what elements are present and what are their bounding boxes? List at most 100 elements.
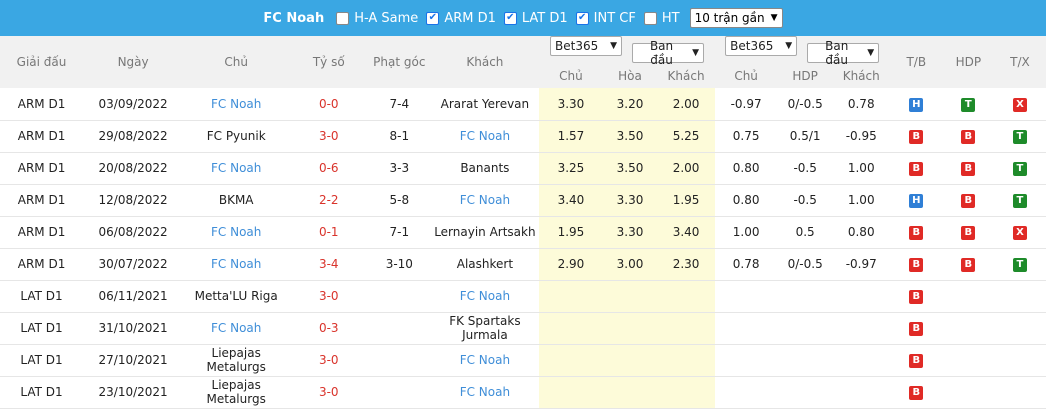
ah-odds-cell — [714, 312, 778, 345]
ah-odds-cell: 1.00 — [832, 152, 890, 185]
filter-3[interactable]: ✔ INT CF — [575, 10, 636, 26]
result-cell: B — [942, 184, 994, 217]
eu-odds-cell: 3.30 — [539, 88, 603, 121]
table-row: ARM D1 06/08/2022 FC Noah 0-1 7-1 Lernayin Ar… — [0, 216, 1046, 249]
filter-label: INT CF — [593, 10, 636, 26]
filter-checkbox[interactable]: ✔ — [426, 11, 440, 25]
ah-odds-cell — [832, 280, 890, 313]
eu-odds-cell — [657, 312, 715, 345]
ah-odds-cell — [777, 280, 833, 313]
ah-odds-cell: -0.5 — [777, 184, 833, 217]
away-team-cell[interactable]: FC Noah — [430, 184, 540, 217]
home-team-cell[interactable]: FC Noah — [183, 88, 290, 121]
filter-checkbox[interactable]: ✔ — [575, 11, 589, 25]
home-team-cell[interactable]: FC Noah — [183, 248, 290, 281]
league-cell: ARM D1 — [0, 152, 84, 185]
home-team-cell[interactable]: FC Noah — [183, 152, 290, 185]
home-team-cell[interactable]: FC Pyunik — [183, 120, 290, 153]
ah-odds-cell: 0.80 — [832, 216, 890, 249]
eu-odds-cell — [539, 344, 603, 377]
col-corners: Phạt góc — [368, 36, 431, 88]
home-team-cell[interactable]: Metta'LU Riga — [183, 280, 290, 313]
away-team-cell[interactable]: Banants — [430, 152, 540, 185]
league-cell: ARM D1 — [0, 88, 84, 121]
range-select[interactable]: 10 trận gần ▼ — [689, 8, 783, 28]
result-cell: T — [993, 248, 1046, 281]
filter-checkbox[interactable] — [336, 11, 350, 25]
ah-odds-cell: 0.78 — [832, 88, 890, 121]
score-cell[interactable]: 3-0 — [289, 120, 369, 153]
ah-odds-cell — [832, 376, 890, 409]
ah-odds-cell — [714, 344, 778, 377]
filter-bar: FC Noah H-A Same ✔ ARM D1 ✔ LAT D1 ✔ INT CF HT … — [0, 0, 1046, 36]
ah-odds-cell: 1.00 — [832, 184, 890, 217]
table-row: ARM D1 20/08/2022 FC Noah 0-6 3-3 Banants 3.25… — [0, 152, 1046, 185]
away-team-cell[interactable]: FC Noah — [430, 280, 540, 313]
result-badge: B — [909, 226, 924, 240]
result-cell — [942, 376, 994, 409]
col-eu-home: Chủ — [539, 63, 603, 88]
home-team-cell[interactable]: Liepajas Metalurgs — [183, 376, 290, 409]
bookmaker-select-2[interactable]: Bet365 ▼ — [725, 36, 798, 56]
away-team-cell[interactable]: Alashkert — [430, 248, 540, 281]
away-team-cell[interactable]: Lernayin Artsakh — [430, 216, 540, 249]
date-cell: 23/10/2021 — [83, 376, 184, 409]
date-cell: 30/07/2022 — [83, 248, 184, 281]
result-badge: T — [1012, 162, 1027, 176]
result-cell: B — [889, 248, 943, 281]
eu-odds-cell — [602, 312, 658, 345]
home-team-cell[interactable]: FC Noah — [183, 216, 290, 249]
result-badge: B — [909, 386, 924, 400]
table-row: ARM D1 03/09/2022 FC Noah 0-0 7-4 Ararat Yere… — [0, 88, 1046, 121]
filter-4[interactable]: HT — [643, 11, 680, 26]
home-team-cell[interactable]: Liepajas Metalurgs — [183, 344, 290, 377]
score-cell[interactable]: 3-0 — [289, 280, 369, 313]
col-date: Ngày — [83, 36, 184, 88]
result-badge: X — [1012, 97, 1027, 112]
ah-odds-cell: -0.97 — [832, 248, 890, 281]
result-badge: B — [961, 162, 976, 176]
odds-type-select-2[interactable]: Ban đầu ▼ — [807, 39, 880, 67]
filter-2[interactable]: ✔ LAT D1 — [503, 10, 568, 26]
home-team-cell[interactable]: BKMA — [183, 184, 290, 217]
result-cell: B — [889, 216, 943, 249]
ah-odds-group: Bet365 ▼ Ban đầu ▼ — [714, 36, 890, 67]
odds-type-select-1[interactable]: Ban đầu ▼ — [632, 39, 705, 67]
col-tb: T/B — [889, 36, 943, 88]
bookmaker-select-1[interactable]: Bet365 ▼ — [550, 36, 623, 56]
result-badge: B — [909, 322, 924, 336]
date-cell: 27/10/2021 — [83, 344, 184, 377]
score-cell[interactable]: 0-3 — [289, 312, 369, 345]
filter-label: LAT D1 — [521, 10, 568, 26]
filter-checkbox[interactable] — [643, 11, 657, 25]
result-cell: T — [993, 184, 1046, 217]
score-cell[interactable]: 3-0 — [289, 376, 369, 409]
result-cell: B — [942, 152, 994, 185]
table-row: ARM D1 12/08/2022 BKMA 2-2 5-8 FC Noah 3.40 3.3… — [0, 184, 1046, 217]
eu-odds-cell — [602, 344, 658, 377]
away-team-cell[interactable]: FC Noah — [430, 376, 540, 409]
away-team-cell[interactable]: FK Spartaks Jurmala — [430, 312, 540, 345]
col-away: Khách — [430, 36, 540, 88]
score-cell[interactable]: 3-4 — [289, 248, 369, 281]
eu-odds-cell: 3.40 — [657, 216, 715, 249]
filter-1[interactable]: ✔ ARM D1 — [426, 11, 496, 26]
filter-checkbox[interactable]: ✔ — [503, 11, 517, 25]
ah-odds-cell: 1.00 — [714, 216, 778, 249]
result-badge: B — [961, 226, 976, 240]
result-badge: B — [909, 290, 924, 304]
result-cell: H — [889, 184, 943, 217]
date-cell: 06/11/2021 — [83, 280, 184, 313]
ah-odds-cell: -0.97 — [714, 88, 778, 121]
result-badge: B — [961, 130, 976, 144]
away-team-cell[interactable]: FC Noah — [430, 120, 540, 153]
away-team-cell[interactable]: Ararat Yerevan — [430, 88, 540, 121]
away-team-cell[interactable]: FC Noah — [430, 344, 540, 377]
score-cell[interactable]: 0-6 — [289, 152, 369, 185]
score-cell[interactable]: 3-0 — [289, 344, 369, 377]
score-cell[interactable]: 2-2 — [289, 184, 369, 217]
filter-0[interactable]: H-A Same — [336, 11, 418, 26]
score-cell[interactable]: 0-0 — [289, 88, 369, 121]
score-cell[interactable]: 0-1 — [289, 216, 369, 249]
home-team-cell[interactable]: FC Noah — [183, 312, 290, 345]
